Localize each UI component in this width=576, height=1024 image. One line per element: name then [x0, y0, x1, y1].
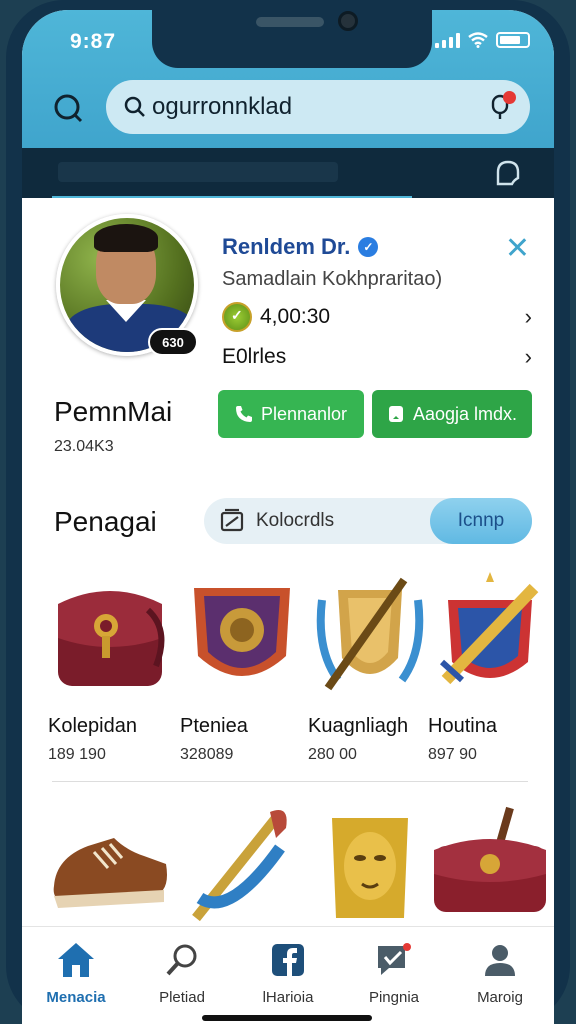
- mic-button[interactable]: [486, 91, 516, 121]
- nav-home[interactable]: Menacia: [26, 939, 126, 1006]
- bag-icon: [434, 806, 546, 912]
- search-icon: [124, 96, 145, 117]
- item-name: Kuagnliagh: [308, 715, 409, 737]
- search-icon: [166, 944, 197, 976]
- sword-icon: [192, 810, 287, 922]
- verified-icon: ✓: [358, 237, 379, 257]
- nav-label: Menacia: [46, 989, 106, 1006]
- notification-dot: [503, 91, 516, 104]
- item-price: 897 90: [428, 746, 477, 763]
- item-card[interactable]: [48, 798, 172, 933]
- item-name: Houtina: [428, 715, 497, 737]
- satchel-icon: [58, 591, 165, 686]
- filter-option[interactable]: Kolocrdls: [256, 510, 334, 532]
- avatar-badge: 630: [148, 328, 198, 356]
- call-button[interactable]: Plennanlor: [218, 390, 364, 438]
- app-screen: 9:87 ogurronnklad 630 Renldem Dr. ✓ ✕ Sa…: [22, 10, 554, 1024]
- message-button-label: Aaogja lmdx.: [412, 403, 518, 424]
- profile-card: 630 Renldem Dr. ✓ ✕ Samadlain Kokhprarit…: [22, 198, 554, 938]
- coin-icon: [222, 302, 252, 332]
- chevron-right-icon: ›: [524, 344, 532, 369]
- home-indicator: [202, 1015, 372, 1021]
- coins-value: 4,00:30: [260, 305, 331, 328]
- nav-label: Maroig: [477, 989, 523, 1006]
- item-price: 328089: [180, 746, 234, 763]
- display-sub: 23.04K3: [54, 438, 114, 455]
- home-icon: [58, 943, 94, 977]
- link-row[interactable]: E0lrles ›: [222, 344, 532, 370]
- close-button[interactable]: ✕: [505, 234, 530, 264]
- signal-icon: [435, 32, 460, 48]
- divider: [52, 781, 528, 782]
- chevron-right-icon: ›: [524, 304, 532, 329]
- profile-name: Renldem Dr.: [222, 234, 351, 259]
- user-outline-icon[interactable]: [492, 158, 524, 190]
- item-card[interactable]: Kuagnliagh 280 00: [308, 570, 432, 764]
- profile-subtitle: Samadlain Kokhpraritao): [222, 268, 443, 290]
- back-icon[interactable]: [50, 90, 86, 126]
- item-card[interactable]: Pteniea 328089: [180, 570, 304, 764]
- status-time: 9:87: [70, 30, 117, 53]
- bottom-nav: Menacia Pletiad lHarioia Pingnia Maroig: [22, 926, 554, 1024]
- wifi-icon: [468, 32, 488, 48]
- blurred-text: [58, 162, 338, 182]
- nav-search[interactable]: Pletiad: [132, 939, 232, 1006]
- avatar-hair: [94, 224, 158, 252]
- nav-chat[interactable]: Pingnia: [344, 939, 444, 1006]
- item-name: Pteniea: [180, 715, 248, 737]
- item-name: Kolepidan: [48, 715, 137, 737]
- item-price: 280 00: [308, 746, 357, 763]
- top-bar: 9:87: [22, 10, 554, 152]
- notch: [152, 10, 432, 68]
- filter-segment: Kolocrdls Icnnp: [204, 498, 532, 544]
- filter-option-active[interactable]: Icnnp: [430, 498, 532, 544]
- secondary-bar: [22, 148, 554, 200]
- chat-icon: [378, 943, 411, 975]
- coins-row[interactable]: 4,00:30 ›: [222, 302, 532, 332]
- nav-label: lHarioia: [262, 989, 314, 1006]
- call-button-label: Plennanlor: [260, 403, 348, 424]
- profile-icon: [485, 945, 515, 976]
- display-name: PemnMai: [54, 396, 173, 427]
- item-card[interactable]: [308, 798, 432, 933]
- emblem-icon: [439, 572, 539, 685]
- section-title: Penagai: [54, 506, 157, 537]
- nav-profile[interactable]: Maroig: [450, 939, 550, 1006]
- nav-label: Pingnia: [368, 989, 420, 1006]
- battery-icon: [496, 32, 530, 48]
- speaker: [256, 17, 324, 27]
- link-label: E0lrles: [222, 345, 287, 368]
- item-card[interactable]: [180, 798, 304, 933]
- crest-sword-icon: [316, 577, 424, 691]
- item-card[interactable]: Houtina 897 90: [428, 570, 552, 764]
- phone-icon: [235, 406, 252, 422]
- golden-mask-icon: [332, 818, 408, 918]
- message-button[interactable]: Aaogja lmdx.: [372, 390, 532, 438]
- search-bar[interactable]: [106, 80, 530, 134]
- camera: [338, 11, 358, 31]
- nav-facebook[interactable]: lHarioia: [238, 939, 338, 1006]
- status-icons: [435, 32, 530, 48]
- collection-icon: [220, 508, 244, 532]
- nav-label: Pletiad: [159, 989, 205, 1006]
- search-input[interactable]: [152, 90, 472, 124]
- facebook-icon: [272, 944, 304, 976]
- item-card[interactable]: [428, 798, 552, 933]
- item-card[interactable]: Kolepidan 189 190: [48, 570, 172, 764]
- shield-icon: [194, 588, 290, 676]
- item-price: 189 190: [48, 746, 106, 763]
- sneaker-icon: [53, 838, 167, 908]
- message-icon: [388, 406, 403, 422]
- profile-name-row: Renldem Dr. ✓: [222, 234, 379, 260]
